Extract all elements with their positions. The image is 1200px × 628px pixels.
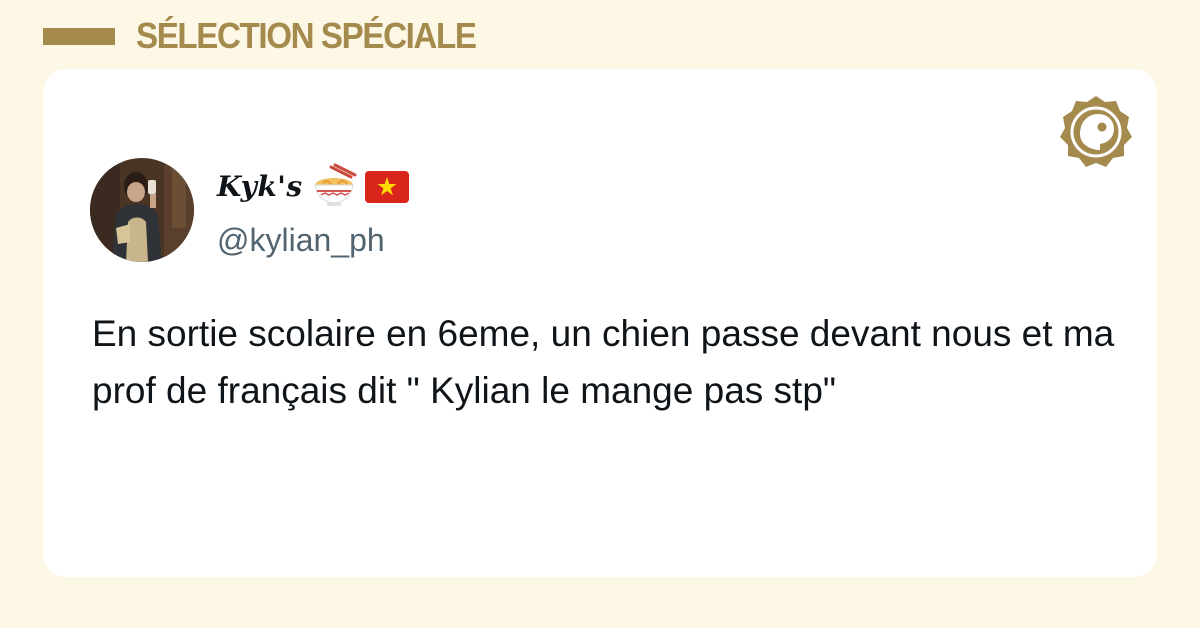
author-row: Kyk's [217,163,409,209]
avatar-photo [90,158,194,262]
ramen-bowl-icon [314,163,357,206]
brand-badge-icon [1060,96,1132,167]
tweet-text: En sortie scolaire en 6eme, un chien pas… [92,313,1115,411]
display-name[interactable]: Kyk's [217,170,303,203]
author-handle[interactable]: @kylian_ph [217,220,385,260]
section-title: SÉLECTION SPÉCIALE [136,15,477,56]
avatar[interactable] [90,158,194,262]
section-accent-bar [43,28,115,45]
vietnam-flag-icon [364,171,409,203]
